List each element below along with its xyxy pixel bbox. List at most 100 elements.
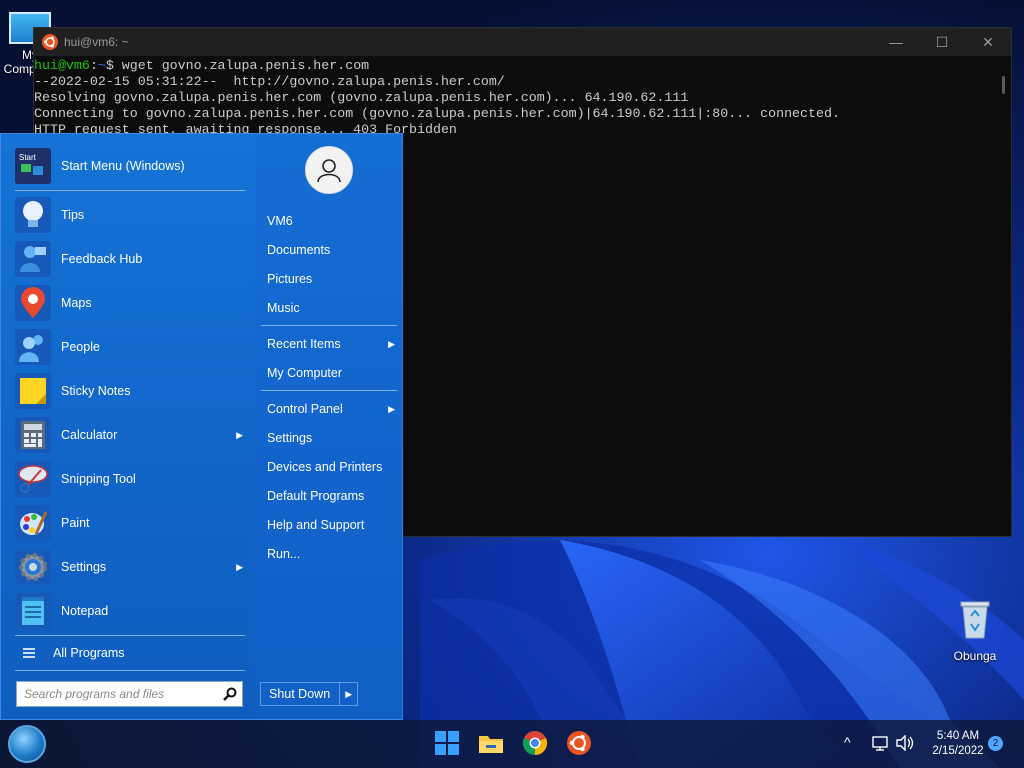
place-vm6[interactable]: VM6	[267, 210, 399, 232]
shutdown-options-arrow-icon[interactable]: ▶	[339, 683, 357, 705]
all-programs-button[interactable]: All Programs	[15, 640, 247, 666]
ubuntu-icon[interactable]	[566, 730, 592, 756]
terminal-titlebar[interactable]: hui@vm6: ~ — ☐ ✕	[34, 28, 1011, 56]
place-run[interactable]: Run...	[267, 543, 399, 565]
close-button[interactable]: ✕	[965, 28, 1011, 56]
place-my-computer[interactable]: My Computer	[267, 362, 399, 384]
terminal-line: --2022-02-15 05:31:22-- http://govno.zal…	[34, 74, 505, 89]
file-explorer-icon[interactable]	[478, 730, 504, 756]
program-label: People	[61, 340, 100, 354]
program-notepad[interactable]: Notepad	[15, 589, 247, 633]
start-menu-programs-pane: Start Start Menu (Windows) Tips Feedback…	[1, 134, 254, 719]
tray-chevron-icon[interactable]: ^	[844, 734, 851, 750]
terminal-line: Resolving govno.zalupa.penis.her.com (go…	[34, 90, 689, 105]
place-label: Recent Items	[267, 337, 341, 351]
program-maps[interactable]: Maps	[15, 281, 247, 325]
place-label: My Computer	[267, 366, 343, 380]
shutdown-button[interactable]: Shut Down	[261, 687, 339, 701]
people-icon	[15, 329, 51, 365]
program-snipping-tool[interactable]: Snipping Tool	[15, 457, 247, 501]
search-icon[interactable]	[223, 687, 237, 701]
user-avatar[interactable]	[305, 146, 353, 194]
place-label: Documents	[267, 243, 331, 257]
place-label: Settings	[267, 431, 313, 445]
network-icon[interactable]	[872, 735, 890, 751]
place-label: VM6	[267, 214, 293, 228]
gear-icon	[15, 549, 51, 585]
terminal-prompt-line: hui@vm6:~$ wget govno.zalupa.penis.her.c…	[34, 58, 997, 74]
start-button[interactable]	[8, 725, 46, 763]
program-label: Snipping Tool	[61, 472, 136, 486]
place-devices-and-printers[interactable]: Devices and Printers	[267, 456, 399, 478]
shutdown-button-group: Shut Down ▶	[260, 682, 358, 706]
feedback-icon	[15, 241, 51, 277]
program-label: Sticky Notes	[61, 384, 131, 398]
place-settings[interactable]: Settings	[267, 427, 399, 449]
windows-logo-icon[interactable]	[434, 730, 460, 756]
separator	[15, 670, 245, 671]
program-settings[interactable]: Settings ▶	[15, 545, 247, 589]
place-label: Default Programs	[267, 489, 365, 503]
place-label: Run...	[267, 547, 301, 561]
calculator-icon	[15, 417, 51, 453]
submenu-arrow-icon: ▶	[236, 429, 243, 440]
place-control-panel[interactable]: Control Panel ▶	[267, 398, 399, 420]
separator	[15, 190, 245, 191]
program-people[interactable]: People	[15, 325, 247, 369]
place-label: Pictures	[267, 272, 313, 286]
program-label: Settings	[61, 560, 107, 574]
lightbulb-icon	[15, 197, 51, 233]
user-icon	[317, 159, 341, 183]
clock-time: 5:40 AM	[936, 730, 980, 742]
program-label: Calculator	[61, 428, 118, 442]
prompt-separator: :	[89, 58, 98, 73]
terminal-line: Connecting to govno.zalupa.penis.her.com…	[34, 106, 840, 121]
search-input[interactable]	[24, 687, 219, 701]
svg-text:Start: Start	[19, 153, 37, 162]
maximize-button[interactable]: ☐	[919, 28, 965, 56]
notification-badge[interactable]: 2	[988, 736, 1003, 751]
search-box[interactable]	[16, 681, 243, 707]
terminal-scrollbar[interactable]	[1002, 76, 1005, 94]
place-music[interactable]: Music	[267, 297, 399, 319]
separator	[261, 325, 397, 326]
program-sticky-notes[interactable]: Sticky Notes	[15, 369, 247, 413]
program-label: Start Menu (Windows)	[61, 159, 185, 173]
pinned-start-menu-windows[interactable]: Start Start Menu (Windows)	[15, 144, 247, 188]
place-documents[interactable]: Documents	[267, 239, 399, 261]
chrome-icon[interactable]	[522, 730, 548, 756]
place-help-and-support[interactable]: Help and Support	[267, 514, 399, 536]
program-paint[interactable]: Paint	[15, 501, 247, 545]
place-label: Help and Support	[267, 518, 365, 532]
recycle-bin-icon	[960, 601, 990, 639]
prompt-user: hui@vm6	[34, 58, 90, 73]
volume-icon[interactable]	[896, 735, 914, 751]
place-default-programs[interactable]: Default Programs	[267, 485, 399, 507]
taskbar: ^ 5:40 AM 2/15/2022 2	[0, 720, 1024, 768]
prompt-symbol: $	[105, 58, 122, 73]
program-feedback-hub[interactable]: Feedback Hub	[15, 237, 247, 281]
program-tips[interactable]: Tips	[15, 193, 247, 237]
place-label: Control Panel	[267, 402, 343, 416]
program-label: Notepad	[61, 604, 109, 618]
separator	[15, 635, 245, 636]
ubuntu-icon	[42, 34, 58, 50]
prompt-path: ~	[97, 58, 106, 73]
submenu-arrow-icon: ▶	[388, 338, 395, 349]
program-calculator[interactable]: Calculator ▶	[15, 413, 247, 457]
minimize-button[interactable]: —	[873, 28, 919, 56]
map-pin-icon	[15, 285, 51, 321]
start-menu-places-pane: VM6 Documents Pictures Music Recent Item…	[255, 134, 403, 719]
program-label: Feedback Hub	[61, 252, 143, 266]
place-recent-items[interactable]: Recent Items ▶	[267, 333, 399, 355]
sticky-note-icon	[15, 373, 51, 409]
terminal-command: wget govno.zalupa.penis.her.com	[121, 58, 370, 73]
desktop-icon-recycle-bin[interactable]: Obunga	[946, 598, 1004, 663]
start-menu: Start Start Menu (Windows) Tips Feedback…	[0, 133, 403, 720]
place-pictures[interactable]: Pictures	[267, 268, 399, 290]
system-clock[interactable]: 5:40 AM 2/15/2022	[918, 729, 998, 759]
submenu-arrow-icon: ▶	[388, 403, 395, 414]
place-label: Music	[267, 301, 300, 315]
terminal-title: hui@vm6: ~	[64, 35, 129, 49]
scissors-icon	[15, 461, 51, 497]
